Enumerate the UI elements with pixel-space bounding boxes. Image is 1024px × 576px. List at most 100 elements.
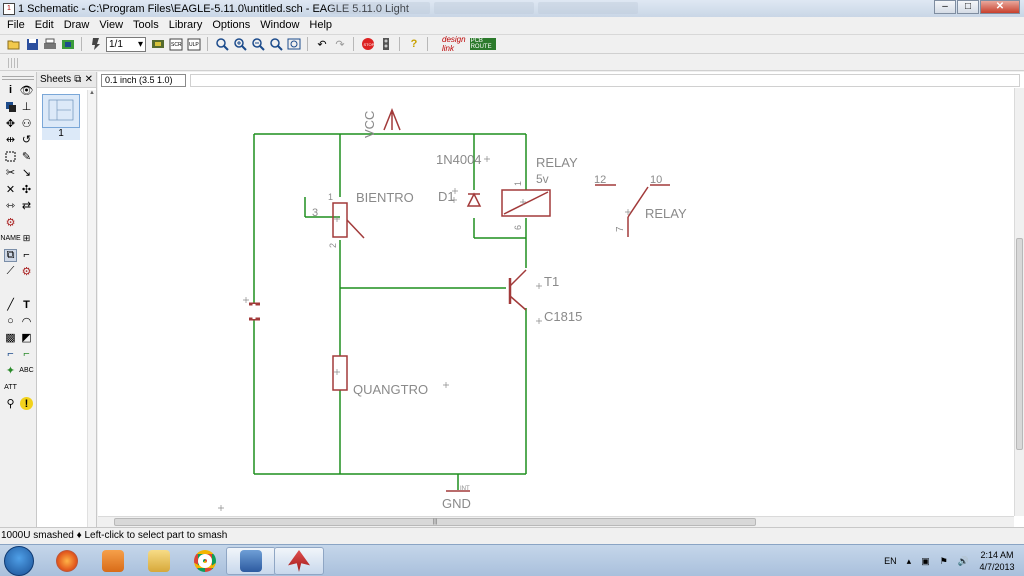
eagle-app-icon[interactable]: 1 <box>3 2 15 15</box>
ulp-icon[interactable] <box>150 36 166 52</box>
arc-icon[interactable]: ◠ <box>20 315 33 328</box>
menu-view[interactable]: View <box>94 19 128 31</box>
system-clock[interactable]: 2:14 AM 4/7/2013 <box>974 549 1020 573</box>
rotate-icon[interactable]: ↺ <box>20 133 33 146</box>
miter-icon[interactable]: ⌐ <box>20 249 33 262</box>
menu-tools[interactable]: Tools <box>128 19 164 31</box>
menu-window[interactable]: Window <box>255 19 304 31</box>
maximize-button[interactable]: □ <box>957 0 979 14</box>
polygon-icon[interactable]: ◩ <box>20 331 33 344</box>
paste-icon[interactable]: ↘ <box>20 166 33 179</box>
save-icon[interactable] <box>24 36 40 52</box>
scr-icon[interactable]: SCR <box>168 36 184 52</box>
redo-icon[interactable]: ↷ <box>332 36 348 52</box>
smash-icon[interactable]: ⧉ <box>4 248 17 262</box>
panel-close-icon[interactable]: ✕ <box>85 74 93 85</box>
scrollbar-thumb[interactable]: ||| <box>114 518 756 526</box>
canvas-horizontal-scrollbar[interactable]: ||| <box>98 516 1014 527</box>
delete-icon[interactable]: ✕ <box>4 183 17 196</box>
canvas-vertical-scrollbar[interactable] <box>1014 88 1024 516</box>
schematic-canvas[interactable]: 0.1 inch (3.5 1.0) VCC GND INT 1N4004 D1… <box>98 72 1024 527</box>
tray-expand-icon[interactable]: ▴ <box>907 556 912 567</box>
bus-icon[interactable]: ⌐ <box>4 348 17 361</box>
tray-network-icon[interactable]: ▣ <box>921 556 930 567</box>
svg-text:ULP: ULP <box>189 42 199 48</box>
junction-icon[interactable]: ✦ <box>4 364 17 377</box>
cut-icon[interactable]: ✂ <box>4 166 17 179</box>
menu-options[interactable]: Options <box>207 19 255 31</box>
menu-file[interactable]: File <box>2 19 30 31</box>
menu-draw[interactable]: Draw <box>59 19 95 31</box>
sheets-scrollbar[interactable]: ▲ <box>87 90 96 527</box>
net-icon[interactable]: ⌐ <box>20 348 33 361</box>
move-icon[interactable]: ✥ <box>4 117 17 130</box>
tray-flag-icon[interactable]: ⚑ <box>940 556 948 567</box>
menu-library[interactable]: Library <box>164 19 208 31</box>
menu-edit[interactable]: Edit <box>30 19 59 31</box>
copy-icon[interactable]: ⚇ <box>20 117 33 130</box>
attribute-icon[interactable]: ATT <box>4 381 17 394</box>
zoom-fit-icon[interactable] <box>214 36 230 52</box>
toolbar-grip[interactable] <box>8 58 20 68</box>
board-icon[interactable]: PCB ROUTE <box>469 38 496 50</box>
group-icon[interactable] <box>4 150 17 163</box>
gateswap-icon[interactable]: ⇄ <box>20 199 33 212</box>
help-icon[interactable]: ? <box>406 36 422 52</box>
taskbar-media-player[interactable] <box>88 547 138 575</box>
erc-icon[interactable]: ⚲ <box>4 397 17 410</box>
toolbar-grip[interactable] <box>2 74 34 80</box>
errors-icon[interactable]: ! <box>20 397 33 411</box>
menu-help[interactable]: Help <box>304 19 337 31</box>
cam-icon[interactable] <box>60 36 76 52</box>
zoom-in-icon[interactable] <box>232 36 248 52</box>
add-icon[interactable]: ✣ <box>20 183 33 196</box>
sheet-select[interactable]: 1/1 ▾ <box>106 36 146 52</box>
mirror-icon[interactable]: ⇹ <box>4 133 17 146</box>
taskbar-explorer[interactable] <box>134 547 184 575</box>
zoom-out-icon[interactable] <box>250 36 266 52</box>
start-button[interactable] <box>4 546 34 576</box>
replace-icon[interactable]: ⚙ <box>4 216 17 229</box>
print-icon[interactable] <box>42 36 58 52</box>
info-icon[interactable]: i <box>4 84 17 97</box>
language-indicator[interactable]: EN <box>884 556 897 566</box>
design-link-icon[interactable]: design link <box>442 35 466 53</box>
taskbar-firefox[interactable] <box>42 547 92 575</box>
zoom-redraw-icon[interactable] <box>268 36 284 52</box>
diode-part-label: 1N4004 <box>436 152 482 167</box>
stop-icon[interactable]: STOP <box>360 36 376 52</box>
eye-icon[interactable]: 👁 <box>20 84 34 97</box>
close-button[interactable]: ✕ <box>980 0 1020 14</box>
open-icon[interactable] <box>6 36 22 52</box>
change-icon[interactable]: ✎ <box>20 150 33 163</box>
sheet-number[interactable]: 1 <box>42 128 80 140</box>
layers-icon[interactable] <box>4 100 17 113</box>
relay-pin-10: 10 <box>650 174 662 186</box>
rect-icon[interactable]: ▩ <box>4 331 17 344</box>
minimize-button[interactable]: – <box>934 0 956 14</box>
transistor-value-label: C1815 <box>544 309 582 324</box>
sheet-select-value: 1/1 <box>109 38 123 50</box>
ulp-run-icon[interactable]: ULP <box>186 36 202 52</box>
scrollbar-thumb[interactable] <box>1016 238 1023 450</box>
taskbar-chrome[interactable] <box>180 547 230 575</box>
sheet-thumbnail[interactable] <box>42 94 80 128</box>
undo-icon[interactable]: ↶ <box>314 36 330 52</box>
name-icon[interactable]: NAME <box>0 232 20 245</box>
volume-icon[interactable]: 🔊 <box>958 556 969 567</box>
invoke-icon[interactable]: ⚙ <box>20 265 33 278</box>
wire-icon[interactable]: ╱ <box>4 298 17 311</box>
text-icon[interactable]: T <box>20 298 33 311</box>
split-icon[interactable]: ⟋ <box>4 265 17 278</box>
taskbar-eagle[interactable] <box>274 547 324 575</box>
value-icon[interactable]: ⊞ <box>20 232 33 245</box>
taskbar-network-monitor[interactable] <box>226 547 276 575</box>
label-icon[interactable]: ABC <box>19 364 33 377</box>
panel-float-icon[interactable]: ⧉ <box>74 74 81 85</box>
circle-icon[interactable]: ○ <box>4 315 17 328</box>
script-icon[interactable] <box>88 36 104 52</box>
mark-icon[interactable]: ⊥ <box>20 100 33 113</box>
pinswap-icon[interactable]: ⇿ <box>4 199 17 212</box>
zoom-select-icon[interactable] <box>286 36 302 52</box>
go-icon[interactable] <box>378 36 394 52</box>
